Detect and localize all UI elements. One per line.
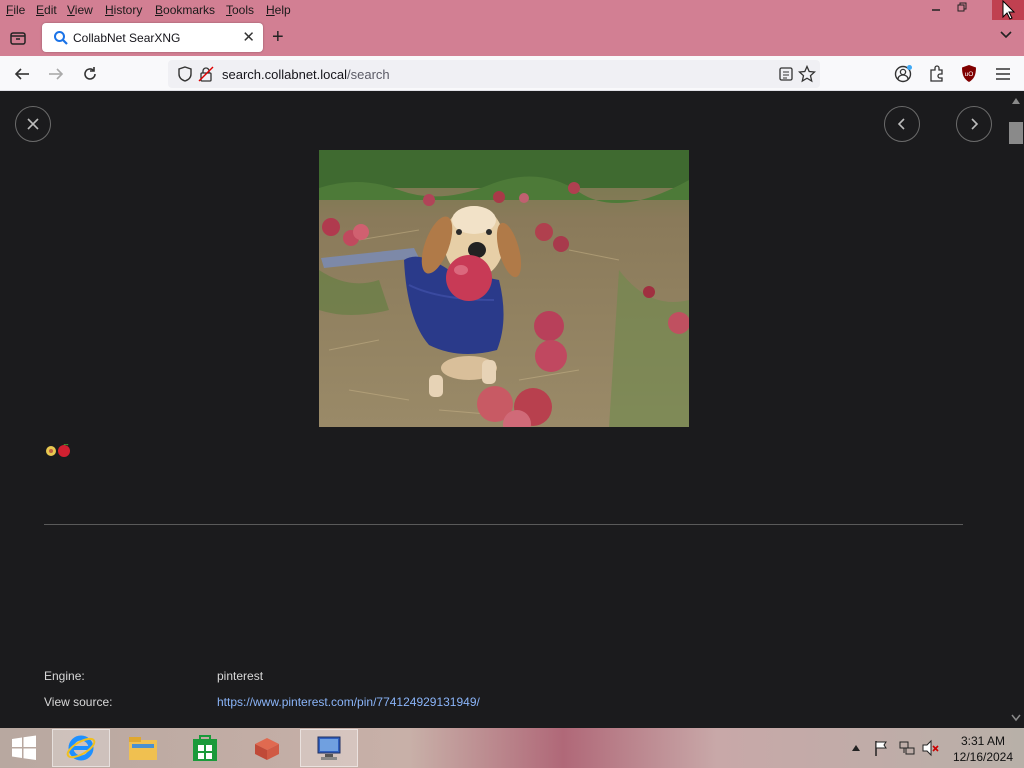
chevron-right-icon (971, 118, 979, 130)
internet-explorer-icon (66, 735, 96, 761)
taskbar-file-explorer[interactable] (114, 729, 172, 767)
minimize-button[interactable] (928, 2, 944, 16)
mouse-cursor-icon (1002, 0, 1016, 20)
back-button[interactable] (12, 64, 32, 84)
show-hidden-icons-button[interactable] (851, 740, 861, 758)
folder-icon (129, 737, 157, 760)
taskbar-remote-desktop[interactable] (300, 729, 358, 767)
close-tab-icon[interactable]: ✕ (242, 28, 255, 46)
hamburger-menu-icon (996, 68, 1010, 80)
image-detail-view: Engine: pinterest View source: https://w… (0, 91, 1008, 728)
next-image-button[interactable] (956, 106, 992, 142)
menu-view[interactable]: View (67, 3, 93, 17)
action-center-flag-icon[interactable] (873, 739, 889, 762)
firefox-view-button[interactable] (8, 28, 28, 48)
restore-icon (957, 2, 967, 12)
result-image[interactable] (319, 150, 689, 427)
minimize-icon (932, 9, 940, 11)
windows-logo-icon (12, 735, 36, 760)
ublock-shield-icon: uO (962, 65, 976, 82)
engine-label: Engine: (44, 669, 85, 683)
taskbar-store[interactable] (176, 729, 234, 767)
taskbar-app[interactable] (238, 729, 296, 767)
chevron-down-icon (1000, 31, 1012, 39)
tab-strip: CollabNet SearXNG ✕ + (0, 20, 1024, 56)
close-window-button[interactable] (992, 0, 1024, 20)
start-button[interactable] (0, 729, 48, 767)
bookmark-star-icon[interactable] (797, 64, 817, 88)
reload-button[interactable] (80, 64, 100, 84)
address-bar[interactable]: search.collabnet.local/search (168, 60, 820, 88)
scroll-thumb[interactable] (1009, 122, 1023, 144)
svg-text:uO: uO (965, 71, 974, 78)
system-clock[interactable]: 3:31 AM 12/16/2024 (946, 733, 1020, 765)
menu-edit[interactable]: Edit (36, 3, 57, 17)
chevron-up-icon (852, 745, 860, 751)
volume-muted-icon[interactable] (921, 739, 939, 762)
menu-help[interactable]: Help (266, 3, 291, 17)
extensions-button[interactable] (927, 64, 947, 84)
page-scrollbar[interactable] (1008, 91, 1024, 728)
taskbar-internet-explorer[interactable] (52, 729, 110, 767)
tracking-protection-shield-icon[interactable] (177, 66, 193, 87)
url-host: search.collabnet.local (222, 67, 348, 82)
account-icon (894, 65, 912, 83)
close-detail-button[interactable] (15, 106, 51, 142)
new-tab-button[interactable]: + (272, 27, 284, 47)
menu-file[interactable]: File (6, 3, 25, 17)
url-text[interactable]: search.collabnet.local/search (222, 67, 390, 82)
clock-time: 3:31 AM (960, 734, 1006, 748)
search-icon (53, 30, 69, 51)
network-icon[interactable] (898, 739, 916, 762)
close-icon (27, 118, 39, 130)
favicon-thumbnail-icon (44, 443, 74, 463)
tab-collabnet-searxng[interactable]: CollabNet SearXNG ✕ (42, 23, 263, 52)
list-all-tabs-button[interactable] (999, 28, 1013, 47)
view-source-value: https://www.pinterest.com/pin/7741249291… (217, 695, 480, 709)
firefox-view-icon (10, 32, 26, 45)
scroll-down-arrow-icon[interactable] (1011, 714, 1021, 722)
previous-image-button[interactable] (884, 106, 920, 142)
section-divider (44, 524, 963, 525)
box-app-icon (255, 738, 279, 760)
menu-history[interactable]: History (105, 3, 142, 17)
menu-bar: File Edit View History Bookmarks Tools H… (0, 0, 1024, 20)
reader-view-icon[interactable] (778, 66, 794, 87)
view-source-link[interactable]: https://www.pinterest.com/pin/7741249291… (217, 695, 480, 709)
restore-button[interactable] (954, 2, 970, 16)
computer-monitor-icon (317, 736, 341, 760)
forward-arrow-icon (49, 68, 64, 80)
scroll-up-arrow-icon[interactable] (1011, 97, 1021, 105)
menu-bookmarks[interactable]: Bookmarks (155, 3, 215, 17)
ublock-origin-button[interactable]: uO (960, 64, 980, 84)
insecure-lock-icon[interactable] (198, 66, 214, 87)
navigation-toolbar: search.collabnet.local/search uO (0, 56, 1024, 91)
puzzle-piece-icon (930, 65, 943, 82)
tab-title: CollabNet SearXNG (73, 31, 181, 45)
store-icon (193, 735, 217, 761)
menu-tools[interactable]: Tools (226, 3, 254, 17)
forward-button[interactable] (46, 64, 66, 84)
engine-value: pinterest (217, 669, 264, 683)
url-path: /search (347, 67, 390, 82)
back-arrow-icon (14, 68, 29, 80)
chevron-left-icon (897, 118, 905, 130)
view-source-label: View source: (44, 695, 113, 709)
account-button[interactable] (893, 64, 913, 84)
dog-with-apples-photo (319, 150, 689, 427)
reload-icon (84, 67, 96, 80)
clock-date: 12/16/2024 (952, 750, 1014, 764)
windows-taskbar: 3:31 AM 12/16/2024 (0, 728, 1024, 768)
app-menu-button[interactable] (993, 64, 1013, 84)
